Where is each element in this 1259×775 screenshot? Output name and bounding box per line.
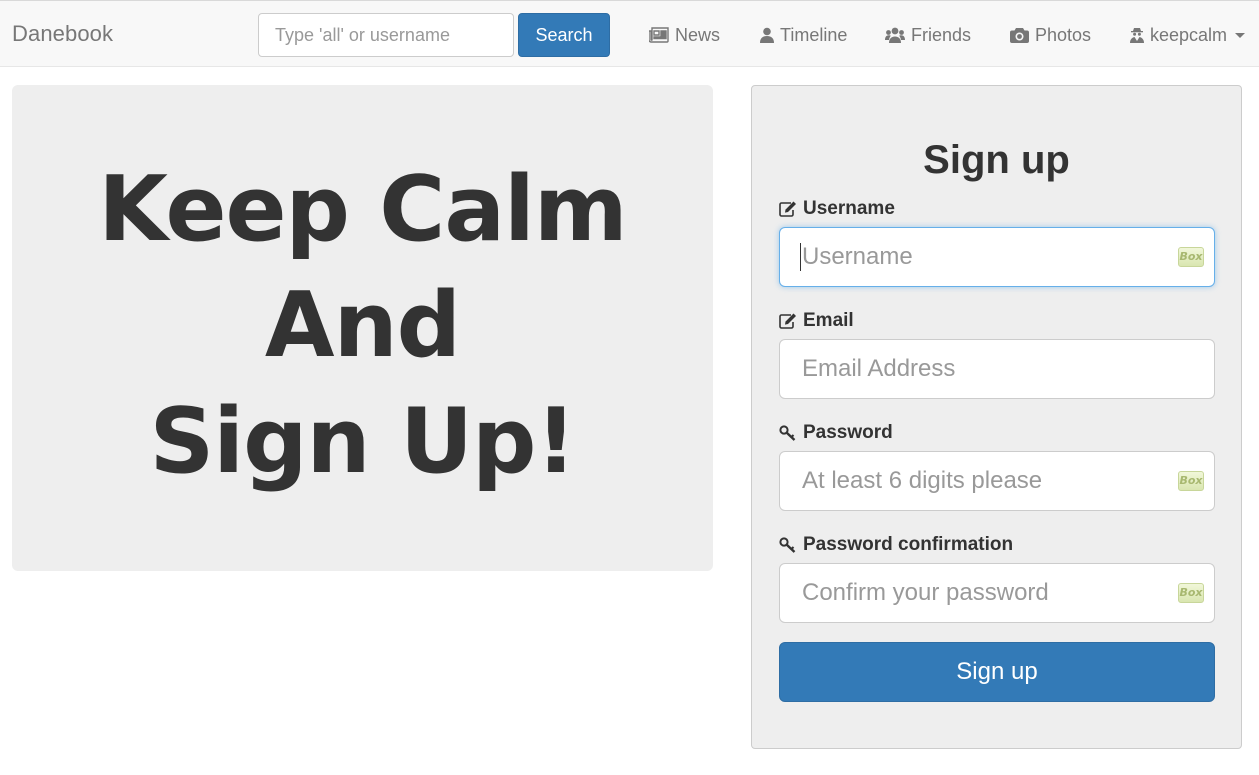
caret-down-icon [1235,32,1246,38]
newspaper-icon [649,27,669,43]
user-icon [760,27,774,43]
navbar: Danebook Search News Timeline Friends Ph… [0,0,1259,67]
user-secret-icon [1130,28,1144,43]
signup-button[interactable]: Sign up [779,642,1215,702]
search-input[interactable] [258,13,514,57]
hero-line-2: And [264,273,461,378]
autofill-box-icon[interactable]: Box [1178,471,1204,491]
hero-banner: Keep Calm And Sign Up! [12,85,713,571]
users-icon [885,27,905,43]
nav-photos[interactable]: Photos [1010,23,1091,47]
user-menu-dropdown[interactable]: keepcalm [1130,23,1246,47]
autofill-box-icon[interactable]: Box [1178,583,1204,603]
nav-photos-label: Photos [1035,24,1092,45]
nav-news[interactable]: News [649,23,720,47]
key-icon [779,425,796,441]
password-label: Password [779,422,893,444]
key-icon [779,537,796,553]
password-confirmation-field[interactable] [779,563,1215,623]
nav-timeline[interactable]: Timeline [760,23,847,47]
username-label-text: Username [803,198,895,219]
password-confirmation-label-text: Password confirmation [803,534,1014,555]
nav-friends-label: Friends [911,24,972,45]
email-label: Email [779,310,854,332]
password-field[interactable] [779,451,1215,511]
edit-icon [779,313,796,329]
search-button[interactable]: Search [518,13,610,57]
nav-friends[interactable]: Friends [885,23,971,47]
autofill-box-icon[interactable]: Box [1178,247,1204,267]
username-field[interactable] [779,227,1215,287]
text-cursor [800,243,801,271]
camera-icon [1010,28,1029,43]
brand-link[interactable]: Danebook [12,21,113,47]
signup-title: Sign up [923,138,1070,182]
nav-news-label: News [675,24,721,45]
password-label-text: Password [803,422,893,443]
hero-line-3: Sign Up! [149,389,576,494]
nav-timeline-label: Timeline [780,24,848,45]
email-field[interactable] [779,339,1215,399]
signup-panel: Sign up Username Box Email Password Box [751,85,1242,749]
edit-icon [779,201,796,217]
username-label: Username [779,198,895,220]
email-label-text: Email [803,310,854,331]
user-menu-label: keepcalm [1150,24,1228,45]
password-confirmation-label: Password confirmation [779,534,1013,556]
hero-line-1: Keep Calm [98,157,627,262]
